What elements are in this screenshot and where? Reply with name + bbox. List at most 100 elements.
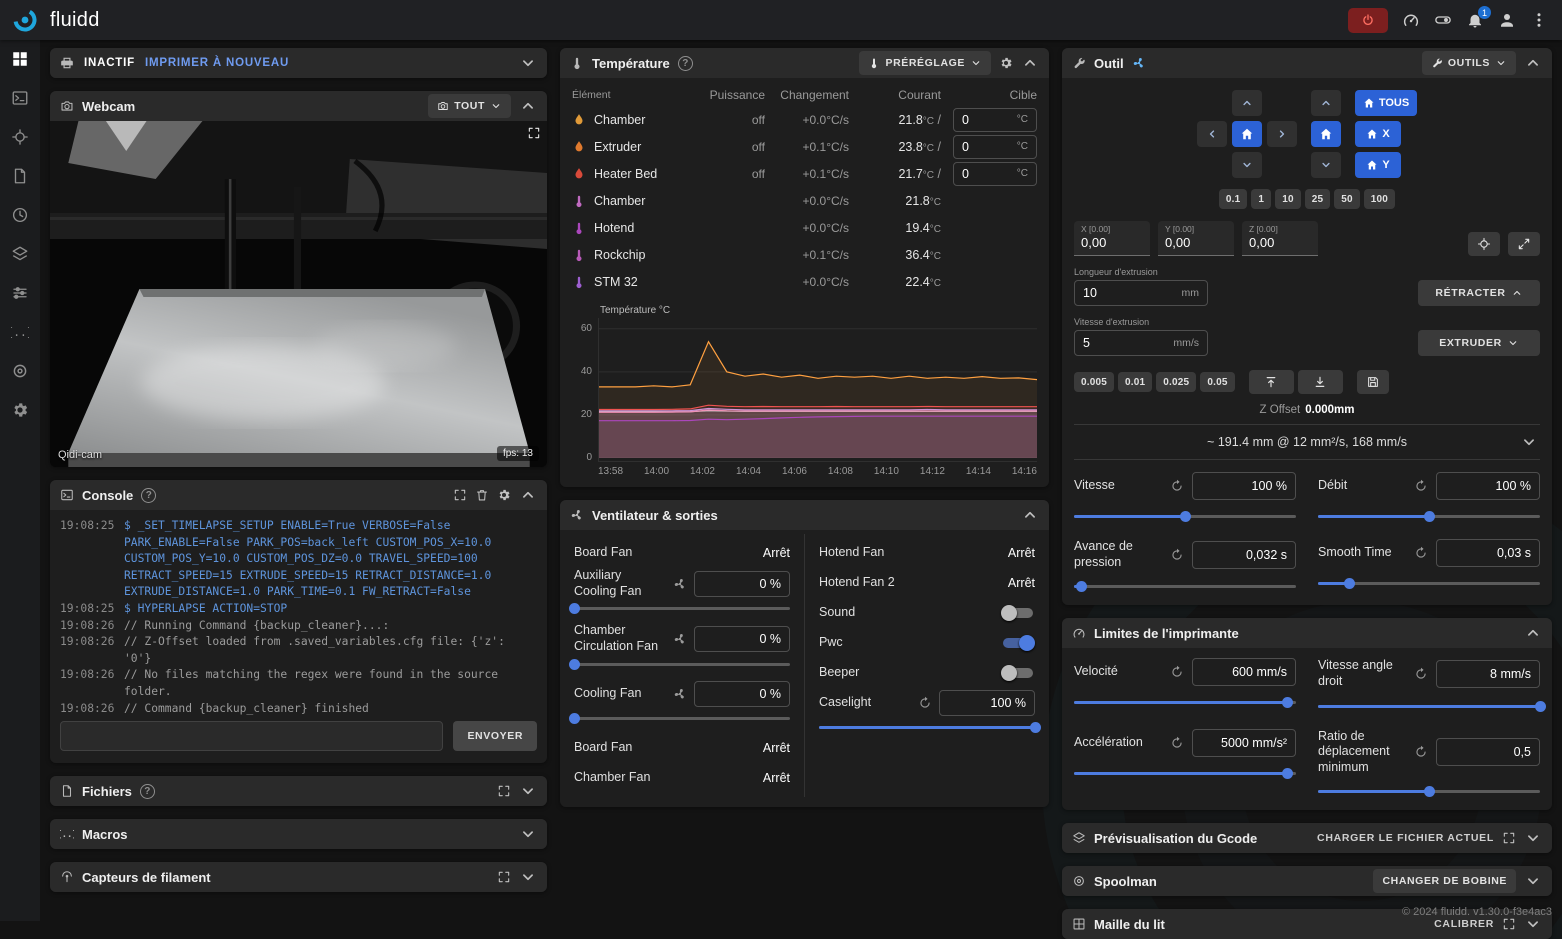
acceleration-slider[interactable]: [1074, 766, 1296, 780]
target-temp-input[interactable]: 0°C: [953, 135, 1037, 159]
jog-z-up-button[interactable]: [1311, 90, 1341, 116]
limits-collapse-icon[interactable]: [1524, 624, 1542, 642]
temperature-settings-icon[interactable]: [999, 56, 1013, 70]
move-distance-button[interactable]: 0.1: [1219, 189, 1248, 209]
preset-button[interactable]: PRÉRÉGLAGE: [859, 51, 991, 75]
reset-icon[interactable]: [918, 696, 932, 710]
macros-collapse-icon[interactable]: [519, 825, 537, 843]
pwc-toggle[interactable]: [1001, 633, 1035, 653]
jog-x-plus-button[interactable]: [1267, 121, 1297, 147]
sidebar-item-history[interactable]: [11, 206, 29, 224]
retract-button[interactable]: RÉTRACTER: [1418, 280, 1540, 306]
min-cruise-ratio-input[interactable]: 0,5: [1436, 738, 1540, 766]
fan-speed-slider[interactable]: [574, 711, 790, 725]
files-expand-icon[interactable]: [497, 784, 511, 798]
jog-y-minus-button[interactable]: [1232, 152, 1262, 178]
scv-input[interactable]: 8 mm/s: [1436, 660, 1540, 688]
caselight-slider[interactable]: [819, 720, 1035, 734]
min-cruise-ratio-slider[interactable]: [1318, 784, 1540, 798]
filament-expand-icon[interactable]: [497, 870, 511, 884]
gcode-collapse-icon[interactable]: [1524, 829, 1542, 847]
pressure-advance-slider[interactable]: [1074, 579, 1296, 593]
home-all-button[interactable]: TOUS: [1355, 90, 1417, 116]
reset-icon[interactable]: [1414, 479, 1428, 493]
pressure-advance-input[interactable]: 0,032 s: [1192, 541, 1296, 569]
sidebar-item-configure[interactable]: [11, 323, 29, 341]
sidebar-item-jobs[interactable]: [11, 167, 29, 185]
fans-collapse-icon[interactable]: [1021, 506, 1039, 524]
emergency-stop-button[interactable]: [1348, 8, 1388, 33]
sidebar-item-console[interactable]: [11, 89, 29, 107]
files-collapse-icon[interactable]: [519, 782, 537, 800]
z-offset-step-button[interactable]: 0.025: [1156, 372, 1196, 392]
home-x-button[interactable]: X: [1355, 121, 1401, 147]
home-xy-button[interactable]: [1232, 121, 1262, 147]
filament-stats-expand-icon[interactable]: [1520, 433, 1538, 451]
velocity-slider[interactable]: [1074, 695, 1296, 709]
webcam-filter-button[interactable]: TOUT: [428, 94, 511, 118]
z-offset-step-button[interactable]: 0.05: [1200, 372, 1234, 392]
console-clear-icon[interactable]: [475, 488, 489, 502]
extrude-button[interactable]: EXTRUDER: [1418, 330, 1540, 356]
target-temp-input[interactable]: 0°C: [953, 162, 1037, 186]
beeper-toggle[interactable]: [1001, 663, 1035, 683]
filament-stats-row[interactable]: ~ 191.4 mm @ 12 mm²/s, 168 mm/s: [1074, 425, 1540, 459]
calibrate-button[interactable]: CALIBRER: [1434, 918, 1494, 930]
bed-mesh-collapse-icon[interactable]: [1524, 915, 1542, 933]
console-send-button[interactable]: ENVOYER: [453, 721, 537, 751]
home-z-button[interactable]: [1311, 121, 1341, 147]
jog-z-down-button[interactable]: [1311, 152, 1341, 178]
reset-icon[interactable]: [1170, 736, 1184, 750]
z-offset-step-button[interactable]: 0.01: [1118, 372, 1152, 392]
gcode-expand-icon[interactable]: [1502, 831, 1516, 845]
move-distance-button[interactable]: 50: [1334, 189, 1360, 209]
z-offset-down-button[interactable]: [1298, 370, 1343, 394]
x-position-input[interactable]: X [0.00] 0,00: [1074, 221, 1150, 256]
console-collapse-icon[interactable]: [519, 486, 537, 504]
move-distance-button[interactable]: 25: [1305, 189, 1331, 209]
bed-mesh-expand-icon[interactable]: [1502, 917, 1516, 931]
reprint-button[interactable]: IMPRIMER À NOUVEAU: [145, 57, 289, 69]
status-collapse-icon[interactable]: [519, 54, 537, 72]
move-distance-button[interactable]: 100: [1364, 189, 1395, 209]
extrude-length-input[interactable]: 10mm: [1074, 280, 1208, 306]
move-distance-button[interactable]: 10: [1275, 189, 1301, 209]
fan-speed-input[interactable]: 0 %: [694, 626, 790, 652]
notifications-bell-icon[interactable]: 1: [1466, 11, 1484, 29]
host-stats-icon[interactable]: [1402, 11, 1420, 29]
expand-move-button[interactable]: [1508, 232, 1540, 256]
reset-icon[interactable]: [1414, 546, 1428, 560]
sidebar-item-gcode-preview[interactable]: [11, 128, 29, 146]
scv-slider[interactable]: [1318, 699, 1540, 713]
sidebar-item-timelapse[interactable]: [11, 245, 29, 263]
theme-toggle-icon[interactable]: [1434, 11, 1452, 29]
move-distance-button[interactable]: 1: [1251, 189, 1271, 209]
sidebar-item-tune[interactable]: [11, 284, 29, 302]
z-offset-up-button[interactable]: [1249, 370, 1294, 394]
caselight-input[interactable]: 100 %: [939, 690, 1035, 716]
chart-plot-area[interactable]: [599, 318, 1037, 458]
jog-y-plus-button[interactable]: [1232, 90, 1262, 116]
y-position-input[interactable]: Y [0.00] 0,00: [1158, 221, 1234, 256]
save-z-offset-button[interactable]: [1357, 370, 1389, 394]
webcam-collapse-icon[interactable]: [519, 97, 537, 115]
console-expand-icon[interactable]: [453, 488, 467, 502]
overflow-menu-icon[interactable]: [1530, 11, 1548, 29]
heater-row[interactable]: Heater Bed off +0.1°C/s 21.7°C / 0°C: [572, 160, 1037, 187]
jog-x-minus-button[interactable]: [1197, 121, 1227, 147]
fan-speed-input[interactable]: 0 %: [694, 681, 790, 707]
console-help-icon[interactable]: ?: [141, 488, 156, 503]
velocity-input[interactable]: 600 mm/s: [1192, 658, 1296, 686]
flow-factor-slider[interactable]: [1318, 509, 1540, 523]
webcam-fullscreen-icon[interactable]: [527, 126, 541, 140]
user-icon[interactable]: [1498, 11, 1516, 29]
smooth-time-slider[interactable]: [1318, 576, 1540, 590]
acceleration-input[interactable]: 5000 mm/s²: [1192, 729, 1296, 757]
sound-toggle[interactable]: [1001, 603, 1035, 623]
flow-factor-input[interactable]: 100 %: [1436, 472, 1540, 500]
reset-icon[interactable]: [1170, 479, 1184, 493]
sidebar-item-dashboard[interactable]: [11, 50, 29, 68]
change-spool-button[interactable]: CHANGER DE BOBINE: [1373, 869, 1516, 893]
files-help-icon[interactable]: ?: [140, 784, 155, 799]
load-current-file-button[interactable]: CHARGER LE FICHIER ACTUEL: [1317, 832, 1494, 844]
